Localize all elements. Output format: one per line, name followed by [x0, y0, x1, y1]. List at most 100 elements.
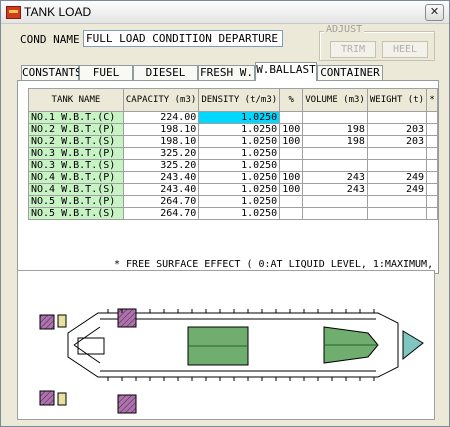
fse-cell[interactable] [426, 207, 438, 220]
density-cell[interactable]: 1.0250 [198, 159, 281, 172]
capacity-cell[interactable]: 198.10 [122, 123, 200, 136]
tab-container[interactable]: CONTAINER [317, 65, 383, 81]
fse-cell[interactable] [426, 111, 438, 124]
col-density: DENSITY (t/m3) [198, 88, 281, 112]
col-capacity: CAPACITY (m3) [122, 88, 200, 112]
pct-cell[interactable] [279, 159, 304, 172]
density-cell[interactable]: 1.0250 [198, 195, 281, 208]
density-cell[interactable]: 1.0250 [198, 123, 281, 136]
weight-cell[interactable]: 203 [366, 123, 428, 136]
capacity-cell[interactable]: 198.10 [122, 135, 200, 148]
volume-cell[interactable] [302, 195, 368, 208]
pct-cell[interactable]: 100 [279, 171, 304, 184]
cond-name-field[interactable]: FULL LOAD CONDITION DEPARTURE [83, 30, 283, 47]
tab-diesel-oil[interactable]: DIESEL OIL [133, 65, 198, 93]
ballast-tab-panel: TANK NAME CAPACITY (m3) DENSITY (t/m3) %… [17, 80, 439, 281]
table-row[interactable]: NO.4 W.B.T.(P) 243.40 1.0250 100 243 249 [28, 171, 438, 184]
capacity-cell[interactable]: 325.20 [122, 147, 200, 160]
small-tank-2 [57, 392, 67, 406]
pct-cell[interactable] [279, 111, 304, 124]
density-cell[interactable]: 1.0250 [198, 207, 281, 220]
pct-cell[interactable]: 100 [279, 123, 304, 136]
capacity-cell[interactable]: 224.00 [122, 111, 200, 124]
fse-cell[interactable] [426, 123, 438, 136]
pct-cell[interactable] [279, 207, 304, 220]
tab-constants[interactable]: CONSTANTS [21, 65, 82, 81]
weight-cell[interactable]: 249 [366, 171, 428, 184]
table-row[interactable]: NO.2 W.B.T.(S) 198.10 1.0250 100 198 203 [28, 135, 438, 148]
heel-button[interactable]: HEEL [382, 41, 428, 58]
volume-cell[interactable]: 243 [302, 171, 368, 184]
density-cell[interactable]: 1.0250 [198, 147, 281, 160]
close-button[interactable]: ✕ [425, 4, 444, 21]
title-bar[interactable]: TANK LOAD ✕ [1, 1, 449, 24]
tank-name-cell: NO.5 W.B.T.(S) [28, 207, 124, 220]
bow-tank [402, 330, 424, 361]
table-row[interactable]: NO.5 W.B.T.(P) 264.70 1.0250 [28, 195, 438, 208]
table-row[interactable]: NO.3 W.B.T.(P) 325.20 1.0250 [28, 147, 438, 160]
fse-cell[interactable] [426, 159, 438, 172]
pct-cell[interactable] [279, 147, 304, 160]
volume-cell[interactable]: 198 [302, 135, 368, 148]
tank-name-cell: NO.3 W.B.T.(S) [28, 159, 124, 172]
tank-name-cell: NO.4 W.B.T.(P) [28, 171, 124, 184]
pct-cell[interactable] [279, 195, 304, 208]
col-volume: VOLUME (m3) [302, 88, 368, 112]
weight-cell[interactable] [366, 147, 428, 160]
pct-cell[interactable]: 100 [279, 183, 304, 196]
table-row[interactable]: NO.1 W.B.T.(C) 224.00 1.0250 [28, 111, 438, 124]
fse-cell[interactable] [426, 147, 438, 160]
capacity-cell[interactable]: 264.70 [122, 207, 200, 220]
tab-strip: CONSTANTS FUEL OIL DIESEL OIL FRESH W. W… [21, 62, 441, 93]
volume-cell[interactable] [302, 111, 368, 124]
cond-name-label: COND NAME [20, 33, 80, 46]
pct-cell[interactable]: 100 [279, 135, 304, 148]
aft-tank-lower [39, 390, 55, 406]
tab-fuel-oil[interactable]: FUEL OIL [79, 65, 133, 93]
density-cell[interactable]: 1.0250 [198, 171, 281, 184]
fse-cell[interactable] [426, 171, 438, 184]
fse-cell[interactable] [426, 183, 438, 196]
weight-cell[interactable] [366, 195, 428, 208]
capacity-cell[interactable]: 243.40 [122, 183, 200, 196]
volume-cell[interactable]: 243 [302, 183, 368, 196]
ship-diagram [17, 270, 435, 420]
tank-name-cell: NO.2 W.B.T.(S) [28, 135, 124, 148]
fse-cell[interactable] [426, 195, 438, 208]
volume-cell[interactable] [302, 159, 368, 172]
volume-cell[interactable] [302, 207, 368, 220]
mid-tank-lower [117, 394, 137, 414]
tab-fresh-water[interactable]: FRESH W. [198, 65, 255, 81]
table-row[interactable]: NO.5 W.B.T.(S) 264.70 1.0250 [28, 207, 438, 220]
col-tank-name: TANK NAME [28, 88, 124, 112]
ship-profile [39, 308, 424, 414]
col-percent: % [279, 88, 304, 112]
weight-cell[interactable] [366, 111, 428, 124]
tank-name-cell: NO.5 W.B.T.(P) [28, 195, 124, 208]
weight-cell[interactable] [366, 159, 428, 172]
volume-cell[interactable] [302, 147, 368, 160]
weight-cell[interactable]: 203 [366, 135, 428, 148]
tab-water-ballast[interactable]: W.BALLAST [255, 62, 317, 81]
weight-cell[interactable]: 249 [366, 183, 428, 196]
adjust-group: ADJUST TRIM HEEL [319, 24, 435, 61]
volume-cell[interactable]: 198 [302, 123, 368, 136]
fse-cell[interactable] [426, 135, 438, 148]
density-cell[interactable]: 1.0250 [198, 111, 281, 124]
density-cell[interactable]: 1.0250 [198, 183, 281, 196]
table-row[interactable]: NO.2 W.B.T.(P) 198.10 1.0250 100 198 203 [28, 123, 438, 136]
capacity-cell[interactable]: 264.70 [122, 195, 200, 208]
adjust-group-title: ADJUST [324, 24, 365, 35]
engine-room [77, 337, 105, 355]
tank-table: TANK NAME CAPACITY (m3) DENSITY (t/m3) %… [28, 88, 438, 220]
density-cell[interactable]: 1.0250 [198, 135, 281, 148]
table-row[interactable]: NO.4 W.B.T.(S) 243.40 1.0250 100 243 249 [28, 183, 438, 196]
small-tank-1 [57, 314, 67, 328]
capacity-cell[interactable]: 325.20 [122, 159, 200, 172]
trim-button[interactable]: TRIM [330, 41, 376, 58]
weight-cell[interactable] [366, 207, 428, 220]
app-icon [6, 6, 21, 19]
tank-load-window: TANK LOAD ✕ COND NAME FULL LOAD CONDITIO… [0, 0, 450, 427]
capacity-cell[interactable]: 243.40 [122, 171, 200, 184]
table-row[interactable]: NO.3 W.B.T.(S) 325.20 1.0250 [28, 159, 438, 172]
